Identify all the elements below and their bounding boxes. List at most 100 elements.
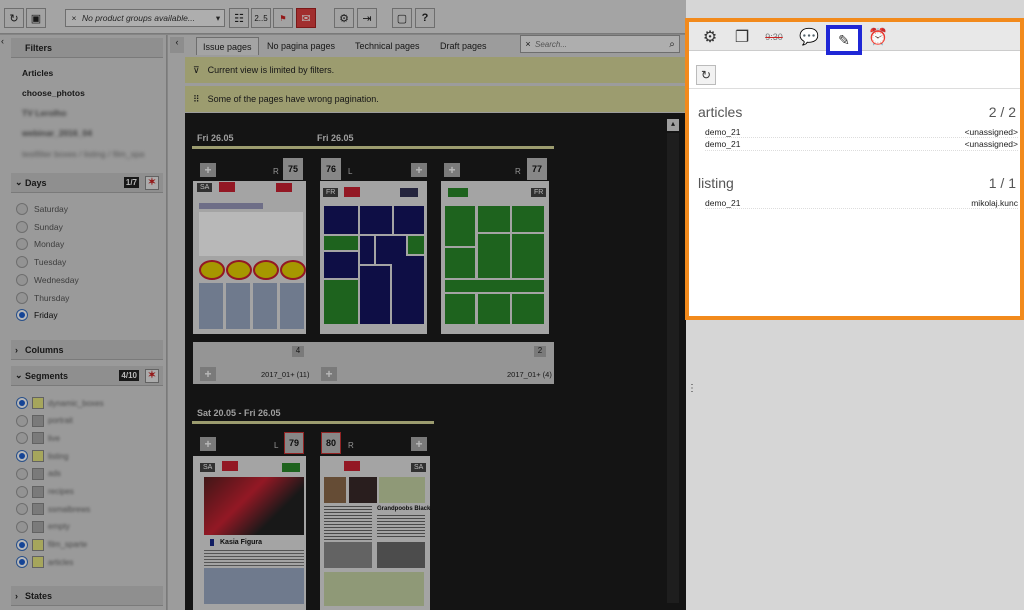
add-page-left-button[interactable]: +	[200, 437, 216, 451]
assignee[interactable]: <unassigned>	[965, 127, 1018, 137]
radio-button[interactable]	[16, 432, 28, 445]
assignee[interactable]: mikolaj.kunc	[971, 198, 1018, 208]
clear-icon[interactable]: ×	[66, 13, 82, 23]
radio-button[interactable]	[16, 203, 28, 215]
assignee[interactable]: <unassigned>	[965, 139, 1018, 149]
add-page-button[interactable]: +	[411, 163, 427, 177]
assignment-row[interactable]: demo_21 mikolaj.kunc	[705, 197, 1018, 209]
time-crossed-icon[interactable]: 9:30	[762, 25, 786, 49]
scroll-up-button[interactable]: ▴	[667, 119, 679, 131]
add-page-button[interactable]: +	[411, 437, 427, 451]
filter-item-tv[interactable]: TV Lerolho	[22, 108, 66, 118]
radio-button[interactable]	[16, 503, 28, 516]
add-page-button[interactable]: +	[200, 367, 216, 381]
panel-collapse-icon[interactable]: ‹	[170, 37, 184, 53]
day-option-saturday[interactable]: Saturday	[16, 203, 68, 215]
segment-color-swatch	[32, 414, 44, 427]
radio-button[interactable]	[16, 538, 28, 551]
text-block	[253, 283, 277, 329]
collapse-sidebar-icon[interactable]: ‹	[1, 36, 4, 46]
export-button[interactable]: ⇥	[357, 8, 377, 28]
grid-view-button[interactable]: ☷	[229, 8, 249, 28]
radio-button[interactable]	[16, 485, 28, 498]
segment-option[interactable]: articles	[16, 556, 73, 569]
reload-icon[interactable]: ↻	[696, 65, 716, 85]
save-icon-button[interactable]: ▣	[26, 8, 46, 28]
segment-option[interactable]: ssmalbrews	[16, 503, 90, 516]
radio-button[interactable]	[16, 556, 28, 569]
settings-gear-icon[interactable]: ⚙	[698, 25, 722, 49]
edit-assignments-icon[interactable]: ✎	[826, 25, 862, 55]
radio-button[interactable]	[16, 291, 28, 304]
segment-option[interactable]: recipes	[16, 485, 74, 498]
search-input[interactable]	[535, 39, 665, 49]
assignment-row[interactable]: demo_21 <unassigned>	[705, 139, 1018, 151]
radio-button[interactable]	[16, 238, 28, 251]
page-number-76[interactable]: 76	[321, 158, 341, 180]
segment-option[interactable]: portrait	[16, 414, 73, 427]
segment-option[interactable]: ads	[16, 467, 61, 480]
day-option-tuesday[interactable]: Tuesday	[16, 256, 66, 269]
radio-button[interactable]	[16, 520, 28, 533]
page-number-77[interactable]: 77	[527, 158, 547, 180]
comments-icon[interactable]: 💬	[797, 25, 821, 49]
columns-header[interactable]: › Columns	[11, 340, 163, 360]
segment-option[interactable]: live	[16, 432, 60, 445]
page-number-79[interactable]: 79	[284, 432, 304, 454]
radio-button[interactable]	[16, 256, 28, 269]
radio-button[interactable]	[16, 467, 28, 480]
radio-button[interactable]	[16, 397, 28, 409]
day-option-wednesday[interactable]: Wednesday	[16, 273, 79, 286]
day-option-friday[interactable]: Friday	[16, 309, 58, 322]
search-clear-icon[interactable]: ×	[521, 39, 535, 49]
tab-draft-pages[interactable]: Draft pages	[434, 37, 493, 55]
states-header[interactable]: › States	[11, 586, 163, 606]
tab-issue-pages[interactable]: Issue pages	[196, 37, 259, 55]
day-option-monday[interactable]: Monday	[16, 238, 64, 251]
segment-option[interactable]: dynamic_boxes	[16, 397, 104, 409]
refresh-button[interactable]: ↻	[4, 8, 24, 28]
copy-pages-icon[interactable]: ❐	[730, 25, 754, 49]
panel-splitter-handle[interactable]: ⋮	[687, 383, 697, 394]
flag-button[interactable]: ⚑	[273, 8, 293, 28]
clear-segments-icon[interactable]: ✶	[145, 368, 159, 383]
day-option-thursday[interactable]: Thursday	[16, 291, 69, 304]
radio-button[interactable]	[16, 309, 28, 322]
radio-button[interactable]	[16, 450, 28, 463]
page-number-80[interactable]: 80	[321, 432, 341, 454]
alarm-clock-icon[interactable]: ⏰	[866, 25, 890, 49]
assignment-row[interactable]: demo_21 <unassigned>	[705, 126, 1018, 138]
segment-option[interactable]: empty	[16, 520, 70, 533]
filter-item-testfilter[interactable]: testfilter boxes / listing / film_spa	[22, 149, 144, 159]
page-number-75[interactable]: 75	[283, 158, 303, 180]
segments-header[interactable]: ⌄ Segments 4/10 ✶	[11, 366, 163, 386]
radio-button[interactable]	[16, 220, 28, 233]
layout-block-green	[512, 294, 544, 324]
add-page-button[interactable]: +	[444, 163, 460, 177]
filter-item-choose-photos[interactable]: choose_photos	[22, 88, 85, 98]
radio-button[interactable]	[16, 273, 28, 286]
add-page-left-button[interactable]: +	[200, 163, 216, 177]
tab-no-pagina-pages[interactable]: No pagina pages	[261, 37, 341, 55]
tab-technical-pages[interactable]: Technical pages	[349, 37, 426, 55]
comment-toggle-button[interactable]: ✉	[296, 8, 316, 28]
help-button[interactable]: ?	[415, 8, 435, 28]
radio-button[interactable]	[16, 414, 28, 427]
filter-item-articles[interactable]: Articles	[22, 68, 53, 78]
days-header[interactable]: ⌄ Days 1/7 ✶	[11, 173, 163, 193]
range-button[interactable]: 2..5	[251, 8, 271, 28]
product-groups-select[interactable]: × No product groups available... ▾	[65, 9, 225, 27]
search-box[interactable]: × ⌕	[520, 35, 680, 53]
clear-days-icon[interactable]: ✶	[145, 175, 159, 190]
scrollbar-track[interactable]	[667, 133, 679, 603]
filter-notice: ⊽ Current view is limited by filters.	[185, 57, 686, 83]
window-button[interactable]: ▢	[392, 8, 412, 28]
add-page-button[interactable]: +	[321, 367, 337, 381]
search-icon[interactable]: ⌕	[665, 39, 679, 50]
filters-header[interactable]: Filters	[11, 38, 163, 58]
day-option-sunday[interactable]: Sunday	[16, 220, 63, 233]
robot-button[interactable]: ⚙	[334, 8, 354, 28]
segment-option[interactable]: film_sparte	[16, 538, 87, 551]
filter-item-webinar[interactable]: webinar_2016_04	[22, 128, 92, 138]
segment-option[interactable]: listing	[16, 450, 68, 463]
